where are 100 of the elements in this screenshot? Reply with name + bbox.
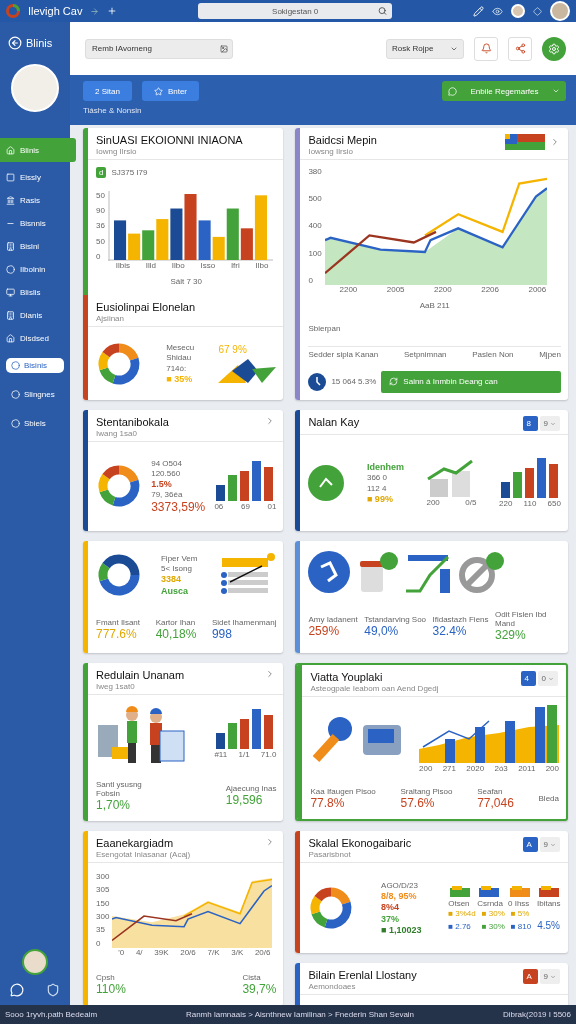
axis-caption: Sált 7 30 bbox=[170, 277, 202, 287]
nav-item[interactable]: Rasis bbox=[0, 189, 70, 212]
axis-tick: 500 bbox=[308, 194, 322, 204]
toggle-button[interactable]: 9 bbox=[539, 969, 560, 984]
network-icon bbox=[308, 550, 351, 593]
shortcut-item[interactable]: Bisinis bbox=[6, 358, 64, 373]
arrow-icon[interactable] bbox=[90, 6, 100, 16]
nav-item[interactable]: Dlsdsed bbox=[0, 327, 70, 350]
search-field[interactable]: Sokigestan 0 bbox=[198, 3, 393, 19]
nav-item[interactable]: Blinis bbox=[0, 138, 76, 162]
axis-label: '0 bbox=[118, 947, 125, 958]
category-label: Otsen bbox=[448, 899, 471, 909]
card-subtitle: Iowng Ilrsio bbox=[96, 147, 138, 156]
chevron-icon[interactable] bbox=[550, 137, 560, 147]
bar bbox=[142, 230, 155, 260]
bar bbox=[113, 220, 126, 260]
metric-text: 120.560 bbox=[151, 468, 182, 478]
nav-item[interactable]: Bisnnis bbox=[0, 212, 70, 235]
category-label: Ibitans bbox=[537, 899, 561, 909]
axis-label: 2200 bbox=[433, 285, 452, 295]
metric-text: Mesecu bbox=[166, 343, 195, 353]
search-icon[interactable] bbox=[378, 6, 388, 16]
settings-button[interactable] bbox=[542, 36, 566, 61]
card-subtitle: Aemondoaes bbox=[308, 982, 357, 991]
shield-icon[interactable] bbox=[46, 983, 60, 997]
nav-item[interactable]: Eissly bbox=[0, 166, 70, 189]
caret-icon bbox=[552, 87, 560, 95]
status-text: Sooo 1ryvh.path Bedeaim bbox=[5, 1009, 98, 1020]
bar bbox=[264, 715, 274, 750]
eye-icon[interactable] bbox=[492, 5, 503, 17]
nav-icon bbox=[6, 265, 15, 274]
metric-text: 3384 bbox=[160, 574, 182, 585]
toggle-button[interactable]: 8 bbox=[522, 416, 538, 431]
card-title: Baidcsi Mepin bbox=[308, 134, 377, 146]
metric-value: 77.8% bbox=[310, 797, 346, 812]
total-value: 4.5% bbox=[537, 920, 561, 932]
toolbar-button[interactable]: 2 Sitan bbox=[83, 81, 132, 101]
toggle-button[interactable]: 0 bbox=[537, 671, 558, 686]
percent-value: 67 9% bbox=[218, 344, 248, 356]
axis-tick: 35 bbox=[96, 925, 106, 935]
metric-value: 19,596 bbox=[225, 794, 264, 809]
toggle-button[interactable]: A bbox=[522, 837, 538, 852]
metric-label: Amy Iadanent bbox=[308, 614, 358, 624]
axis-label: 200 bbox=[545, 763, 559, 774]
card-title: Redulain Unanam bbox=[96, 669, 185, 681]
shortcut-item[interactable]: Sbiels bbox=[6, 416, 64, 431]
note-text: Bleda bbox=[538, 794, 559, 804]
axis-label: Illd bbox=[145, 260, 156, 271]
axis-label: 200 bbox=[426, 497, 440, 508]
metric-text: AGO/D/23 bbox=[381, 880, 419, 890]
axis-tick: 300 bbox=[96, 912, 110, 922]
axis-label: 1/1 bbox=[238, 750, 250, 760]
metric-label: Tstandarving Soo bbox=[364, 614, 427, 624]
category-icon bbox=[537, 884, 561, 899]
icon-button[interactable] bbox=[474, 36, 498, 61]
axis-label: 2200 bbox=[339, 285, 358, 295]
edit-icon[interactable] bbox=[473, 5, 484, 17]
axis-label: 20/6 bbox=[254, 947, 271, 958]
card-title: Eaanekargiadm bbox=[96, 837, 175, 849]
shortcut-item[interactable]: Slingnes bbox=[6, 387, 64, 402]
toggle-button[interactable]: A bbox=[522, 969, 538, 984]
axis-label: 200 bbox=[419, 763, 433, 774]
diamond-icon[interactable] bbox=[533, 6, 542, 16]
bar bbox=[547, 704, 557, 763]
toggle-button[interactable]: 9 bbox=[539, 416, 560, 431]
metric-value: 57.6% bbox=[400, 797, 436, 812]
axis-tick: 400 bbox=[308, 221, 322, 231]
metric-text: 8%4 bbox=[381, 902, 401, 913]
total-value: 3373,59% bbox=[151, 500, 206, 515]
status-text: Dibrak(2019 I 5506 bbox=[502, 1009, 571, 1020]
bar bbox=[535, 706, 545, 763]
add-icon[interactable] bbox=[107, 6, 118, 16]
metric-label: Ajaecung Inas bbox=[225, 784, 277, 794]
action-button[interactable]: Enbile Regemarfes bbox=[442, 81, 566, 101]
toggle-button[interactable]: 9 bbox=[539, 837, 560, 852]
axis-label: 20/6 bbox=[180, 947, 196, 958]
category-icon bbox=[448, 884, 473, 899]
nav-icon bbox=[11, 361, 20, 370]
nav-item[interactable]: Ilbolnin bbox=[0, 258, 70, 281]
back-icon[interactable] bbox=[8, 36, 22, 50]
axis-label: 0/5 bbox=[465, 497, 477, 508]
metric-text: 112 4 bbox=[366, 483, 388, 493]
image-icon bbox=[220, 44, 228, 53]
bar bbox=[216, 485, 226, 502]
icon-button[interactable] bbox=[508, 36, 532, 61]
action-button[interactable]: Sainn á Inmbin Deang can bbox=[381, 370, 561, 393]
dropdown[interactable]: Rosk Rojpe bbox=[386, 38, 464, 59]
chat-icon[interactable] bbox=[10, 983, 24, 997]
axis-label: Ilbo bbox=[171, 260, 185, 271]
nav-icon bbox=[6, 145, 15, 155]
nav-item[interactable]: Blislis bbox=[0, 281, 70, 304]
metric-value: 259% bbox=[308, 624, 341, 639]
nav-item[interactable]: Dlanis bbox=[0, 304, 70, 327]
nav-item[interactable]: Bislni bbox=[0, 235, 70, 258]
card-title: Viatta Youplaki bbox=[310, 671, 384, 683]
bar bbox=[252, 461, 262, 502]
toolbar-button[interactable]: Bnter bbox=[141, 81, 200, 101]
avatar[interactable] bbox=[22, 949, 48, 975]
input-field[interactable]: Remb IAvorneng bbox=[85, 38, 233, 59]
toggle-button[interactable]: 4 bbox=[520, 671, 536, 686]
